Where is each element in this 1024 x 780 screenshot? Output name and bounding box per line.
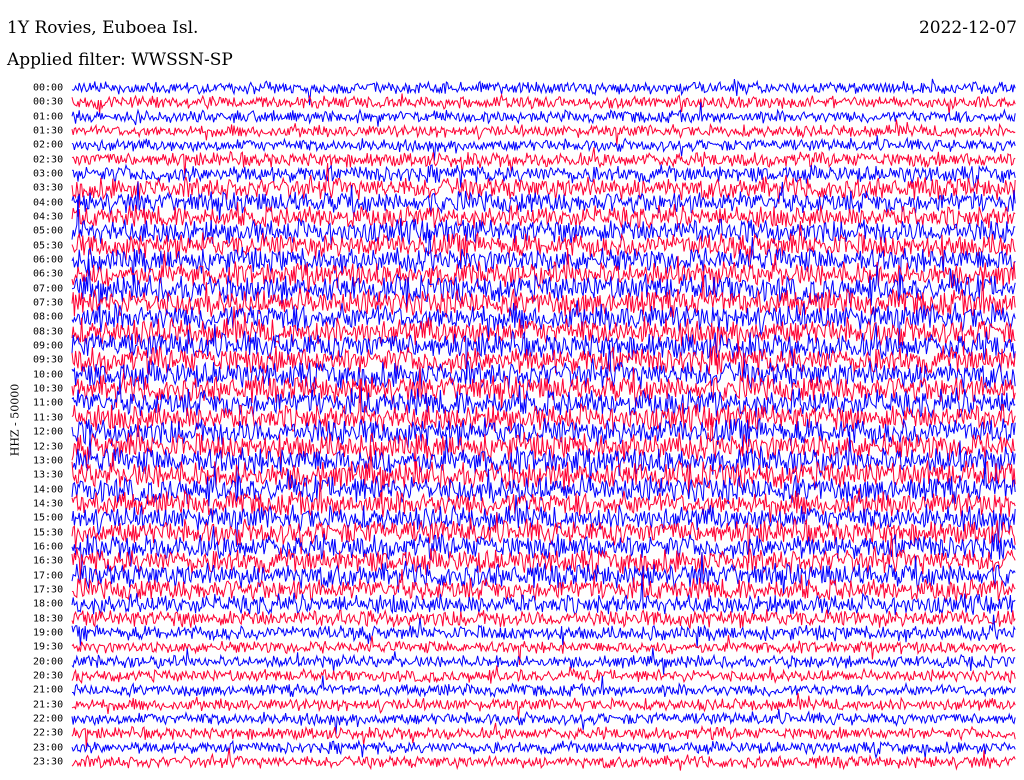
- trace-row: [71, 739, 1016, 760]
- trace-row: [71, 92, 1016, 116]
- trace-row: [71, 229, 1016, 296]
- trace-row: [71, 119, 1016, 146]
- trace-row: [71, 413, 1016, 475]
- trace-row: [71, 665, 1016, 684]
- trace-row: [71, 747, 1016, 771]
- trace-row: [71, 533, 1016, 583]
- trace-row: [71, 526, 1016, 570]
- trace-row: [71, 201, 1016, 231]
- trace-row: [71, 78, 1016, 106]
- trace-row: [71, 608, 1016, 629]
- helicorder-plot: [71, 78, 1016, 771]
- trace-row: [71, 457, 1016, 507]
